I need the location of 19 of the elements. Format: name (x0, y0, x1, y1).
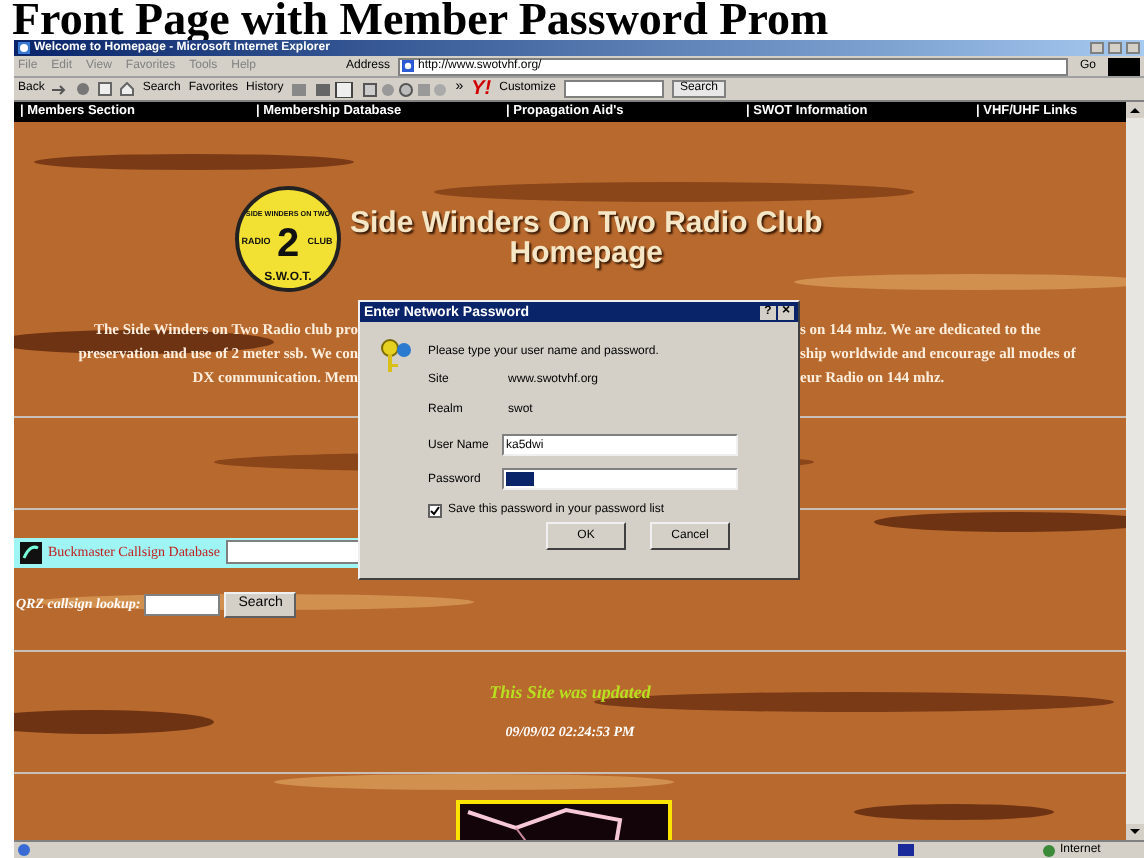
maximize-button[interactable] (1108, 42, 1122, 54)
slide-title: Front Page with Member Password Prom (10, 0, 831, 40)
close-button[interactable] (1126, 42, 1140, 54)
browser-icon (18, 42, 30, 54)
scroll-down-icon[interactable] (1126, 824, 1144, 840)
progress-icon (898, 844, 914, 856)
home-icon[interactable] (120, 82, 135, 96)
toolbar-search-field[interactable] (563, 80, 664, 98)
stop-icon[interactable] (76, 82, 91, 96)
forward-icon[interactable] (52, 83, 69, 95)
scroll-up-icon[interactable] (1126, 102, 1144, 118)
yahoo-logo[interactable]: Y! (471, 79, 492, 99)
page-icon (18, 844, 30, 856)
minimize-button[interactable] (1090, 42, 1104, 54)
refresh-icon[interactable] (98, 82, 113, 96)
page-icon (402, 60, 415, 72)
scrollbar[interactable] (1126, 102, 1144, 840)
globe-icon (1042, 843, 1056, 857)
toolbar-icons-drawing[interactable] (291, 81, 448, 97)
